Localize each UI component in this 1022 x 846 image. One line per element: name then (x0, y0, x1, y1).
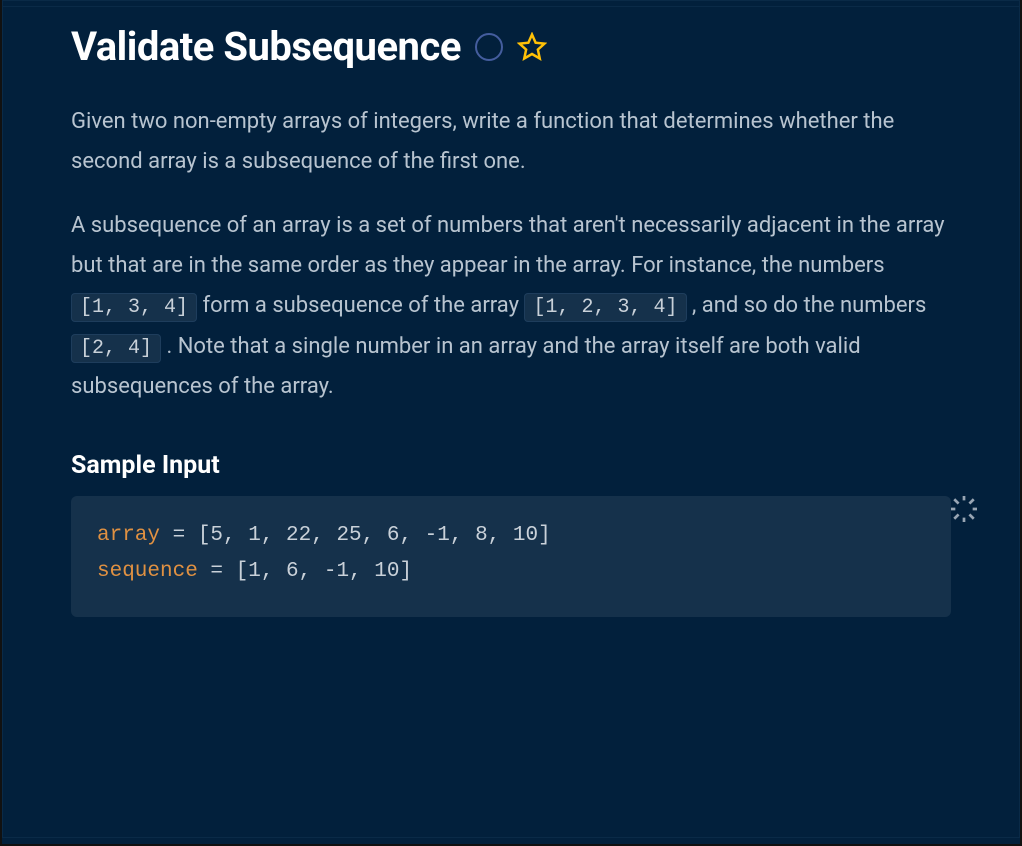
description-paragraph-1: Given two non-empty arrays of integers, … (71, 102, 951, 182)
code-rest-1: = [5, 1, 22, 25, 6, -1, 8, 10] (160, 524, 551, 547)
sample-input-code-block: array = [5, 1, 22, 25, 6, -1, 8, 10] seq… (71, 496, 951, 617)
desc-text: form a subsequence of the array (203, 293, 525, 318)
problem-title: Validate Subsequence (71, 23, 461, 70)
difficulty-circle-icon[interactable] (475, 33, 503, 61)
code-line-2: sequence = [1, 6, -1, 10] (97, 554, 925, 590)
code-var-array: array (97, 524, 160, 547)
sample-input-heading: Sample Input (71, 451, 951, 480)
desc-text: A subsequence of an array is a set of nu… (71, 213, 945, 278)
title-row: Validate Subsequence (71, 23, 951, 70)
star-icon[interactable] (517, 32, 547, 62)
code-var-sequence: sequence (97, 560, 198, 583)
copy-icon[interactable] (951, 496, 977, 522)
inline-code-2: [1, 2, 3, 4] (524, 293, 686, 322)
desc-text: . Note that a single number in an array … (71, 334, 861, 399)
inline-code-3: [2, 4] (71, 334, 161, 363)
problem-content: Validate Subsequence Given two non-empty… (3, 7, 1019, 645)
description-paragraph-2: A subsequence of an array is a set of nu… (71, 206, 951, 407)
code-line-1: array = [5, 1, 22, 25, 6, -1, 8, 10] (97, 518, 925, 554)
desc-text: , and so do the numbers (692, 293, 926, 318)
inline-code-1: [1, 3, 4] (71, 293, 197, 322)
code-rest-2: = [1, 6, -1, 10] (198, 560, 412, 583)
